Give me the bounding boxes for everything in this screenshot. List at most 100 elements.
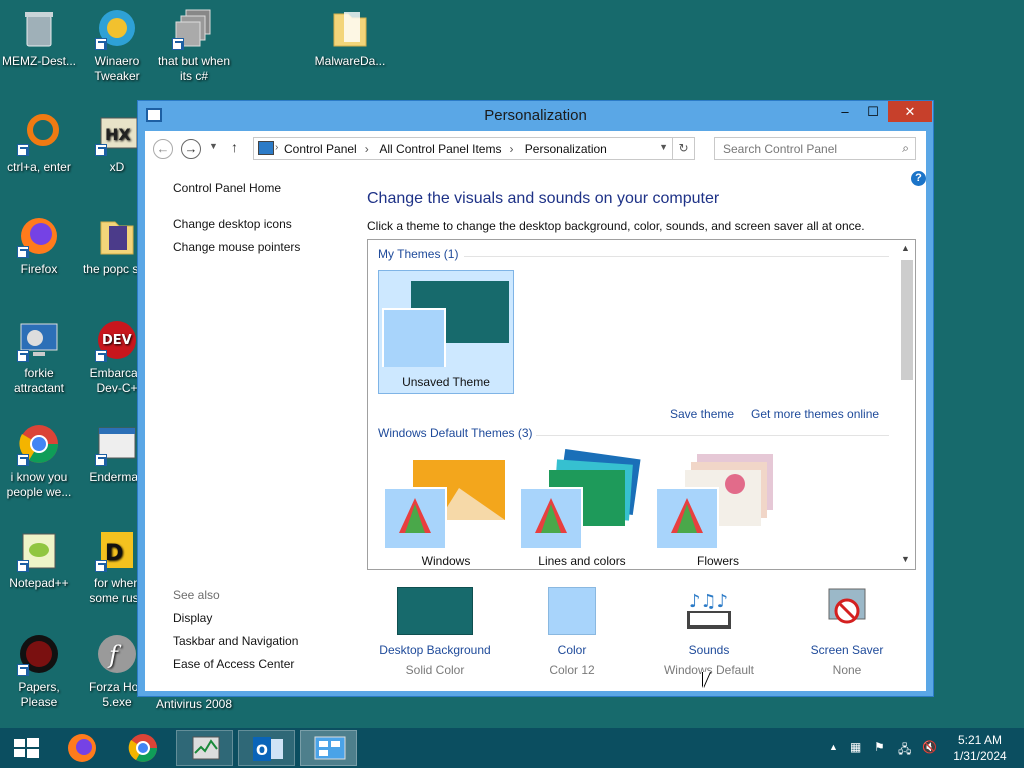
lines-and-colors-theme-preview xyxy=(519,448,641,551)
breadcrumb: Control Panel › All Control Panel Items › … xyxy=(284,142,615,156)
theme-list: My Themes (1) Unsaved Theme Save theme G… xyxy=(367,239,916,570)
shortcut-arrow-icon xyxy=(17,664,29,676)
up-arrow-icon: ↑ xyxy=(231,139,238,155)
svg-text:D: D xyxy=(105,541,123,566)
back-button[interactable]: ← xyxy=(153,139,173,159)
desktop-icon-ctrl-a[interactable]: ctrl+a, enter xyxy=(0,112,78,175)
address-dropdown-chevron-icon[interactable]: ▼ xyxy=(659,142,668,152)
screen-saver-icon xyxy=(809,587,885,635)
windows-logo-icon xyxy=(14,738,39,758)
minimize-button[interactable]: – xyxy=(832,101,858,122)
taskbar-chrome[interactable] xyxy=(115,730,172,766)
clock-date: 1/31/2024 xyxy=(953,749,1007,763)
forward-button[interactable]: → xyxy=(181,139,201,159)
papers-please-icon xyxy=(17,632,61,676)
see-also-heading: See also xyxy=(173,588,220,602)
windows-theme-preview xyxy=(383,460,505,551)
volume-muted-icon[interactable]: 🔇 xyxy=(922,740,937,754)
theme-windows[interactable]: Windows xyxy=(378,448,514,569)
search-input[interactable]: Search Control Panel ⌕ xyxy=(714,137,916,160)
see-also-taskbar[interactable]: Taskbar and Navigation xyxy=(173,634,298,657)
breadcrumb-personalization[interactable]: Personalization xyxy=(525,142,607,156)
shortcut-arrow-icon xyxy=(95,560,107,572)
deskpins-icon: D xyxy=(95,528,139,572)
forward-arrow-icon: → xyxy=(184,141,198,156)
desktop-icon-chrome[interactable]: i know you people we... xyxy=(0,422,78,500)
desktop-background-swatch xyxy=(397,587,473,635)
nav-change-desktop-icons[interactable]: Change desktop icons xyxy=(173,217,363,240)
get-more-themes-link[interactable]: Get more themes online xyxy=(751,407,879,421)
network-icon[interactable]: 🖧 xyxy=(898,740,911,761)
desktop-background-setting[interactable]: Desktop Background Solid Color xyxy=(370,587,500,677)
breadcrumb-all-items[interactable]: All Control Panel Items xyxy=(379,142,501,156)
taskbar-outlook[interactable]: O xyxy=(238,730,295,766)
see-also-ease-of-access[interactable]: Ease of Access Center xyxy=(173,657,298,680)
shortcut-arrow-icon xyxy=(17,560,29,572)
nav-control-panel-home[interactable]: Control Panel Home xyxy=(173,181,363,204)
chevron-down-icon: ▼ xyxy=(209,141,218,151)
color-setting[interactable]: Color Color 12 xyxy=(507,587,637,677)
shortcut-arrow-icon xyxy=(172,38,184,50)
folder-icon xyxy=(328,6,372,50)
theme-unsaved[interactable]: Unsaved Theme xyxy=(378,270,514,394)
desktop-icon-notepadpp[interactable]: Notepad++ xyxy=(0,528,78,591)
scroll-down-arrow-icon[interactable]: ▼ xyxy=(901,554,910,564)
address-bar[interactable]: › Control Panel › All Control Panel Items… xyxy=(253,137,695,160)
shortcut-arrow-icon xyxy=(95,454,107,466)
taskbar-firefox[interactable] xyxy=(54,730,111,766)
my-themes-heading: My Themes (1) xyxy=(378,247,459,261)
theme-lines-and-colors[interactable]: Lines and colors xyxy=(514,448,650,569)
save-theme-link[interactable]: Save theme xyxy=(670,407,734,421)
shortcut-arrow-icon xyxy=(95,144,107,156)
page-title: Change the visuals and sounds on your co… xyxy=(367,190,720,207)
flash-icon: f xyxy=(95,632,139,676)
flowers-theme-preview xyxy=(655,454,773,551)
up-button[interactable]: ↑ xyxy=(231,139,238,155)
title-bar[interactable]: Personalization – ☐ ✕ xyxy=(138,101,933,131)
close-button[interactable]: ✕ xyxy=(888,101,932,122)
theme-list-scrollbar[interactable]: ▲ ▼ xyxy=(898,240,915,569)
shortcut-arrow-icon xyxy=(95,38,107,50)
recycle-bin-icon xyxy=(17,6,61,50)
svg-text:O: O xyxy=(256,743,268,759)
see-also-display[interactable]: Display xyxy=(173,611,298,634)
action-center-flag-icon[interactable]: ⚑ xyxy=(874,740,885,754)
nav-change-mouse-pointers[interactable]: Change mouse pointers xyxy=(173,240,363,263)
maximize-button[interactable]: ☐ xyxy=(860,101,886,122)
desktop-icon-winaero[interactable]: Winaero Tweaker xyxy=(78,6,156,84)
sounds-piano-icon: ♪♫♪ xyxy=(671,587,747,635)
settings-monitor-icon xyxy=(17,318,61,362)
stacked-windows-icon xyxy=(172,6,216,50)
scroll-up-arrow-icon[interactable]: ▲ xyxy=(901,243,910,253)
scroll-thumb[interactable] xyxy=(901,260,913,380)
default-themes-heading: Windows Default Themes (3) xyxy=(378,426,533,440)
system-clock[interactable]: 5:21 AM 1/31/2024 xyxy=(944,732,1016,764)
task-manager-icon xyxy=(192,736,220,760)
show-hidden-icons-chevron-icon[interactable]: ▲ xyxy=(829,742,838,752)
firefox-icon xyxy=(17,214,61,258)
desktop-icon-firefox[interactable]: Firefox xyxy=(0,214,78,277)
screen-saver-setting[interactable]: Screen Saver None xyxy=(782,587,912,677)
taskbar-task-manager[interactable] xyxy=(176,730,233,766)
theme-flowers[interactable]: Flowers xyxy=(650,448,786,569)
network-devices-icon[interactable]: ▦ xyxy=(850,740,861,754)
chrome-icon xyxy=(17,422,61,466)
desktop-icon-antivirus[interactable]: Antivirus 2008 xyxy=(155,697,233,712)
folder-media-icon xyxy=(95,214,139,258)
dev-cpp-icon: DEV xyxy=(95,318,139,362)
sounds-setting[interactable]: ♪♫♪ Sounds Windows Default xyxy=(644,587,774,677)
desktop-icon-papers-please[interactable]: Papers, Please xyxy=(0,632,78,710)
breadcrumb-control-panel[interactable]: Control Panel xyxy=(284,142,357,156)
desktop-icon-memz[interactable]: MEMZ-Dest... xyxy=(0,6,78,69)
mouse-cursor-icon xyxy=(703,672,710,688)
desktop-icon-csharp[interactable]: that but when its c# xyxy=(155,6,233,84)
help-icon[interactable]: ? xyxy=(911,171,926,186)
desktop-icon-forkie[interactable]: forkie attractant xyxy=(0,318,78,396)
color-swatch xyxy=(548,587,596,635)
refresh-icon[interactable]: ↻ xyxy=(672,138,694,159)
start-button[interactable] xyxy=(2,730,50,766)
notepad-plus-plus-icon xyxy=(17,528,61,572)
desktop-icon-malwareda[interactable]: MalwareDa... xyxy=(311,6,389,69)
taskbar-control-panel[interactable] xyxy=(300,730,357,766)
recent-locations-button[interactable]: ▼ xyxy=(209,141,218,151)
